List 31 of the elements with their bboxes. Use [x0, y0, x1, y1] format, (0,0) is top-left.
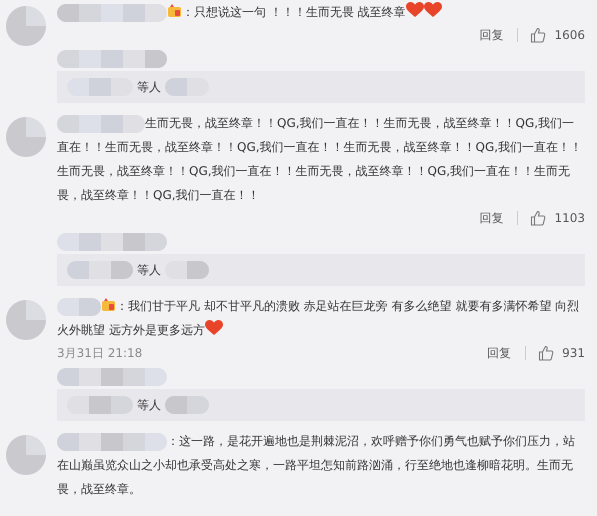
comment-text: ：这一路，是花开遍地也是荆棘泥沼，欢呼赠予你们勇气也赋予你们压力，站在山巅虽览众山之小却也承受高处之寒，一路平坦怎知前路汹涌，行至绝地也逢柳暗花明。生而无畏，战至终章。: [57, 432, 576, 498]
like-count: 1103: [554, 210, 585, 227]
replies-summary: 等人: [137, 397, 161, 414]
timestamp: 3月31日 21:18: [57, 345, 142, 362]
blurred-name: [165, 78, 209, 96]
thumbs-up-icon: [538, 345, 554, 361]
blurred-avatar: [6, 6, 46, 46]
comment-text: 生而无畏，战至终章！！QG,我们一直在！！生而无畏，战至终章！！QG,我们一直在！！生而无畏，战至终章！！QG,我们一直在！！生而无畏，战至终章！！QG,我们一直在！！生而无畏，战至终章！！QG,我们一直在！！生而无畏，战至终章！！QG,我们一直在！！生而无畏，战至终章！！QG,我们一直在！！: [57, 114, 584, 204]
blurred-name: [67, 261, 133, 279]
reply-link[interactable]: 回复: [487, 344, 512, 362]
like-count: 931: [562, 345, 585, 362]
thumbs-up-icon: [530, 27, 546, 43]
heart-icon: [204, 320, 223, 336]
like-count: 1606: [554, 27, 585, 44]
replies-summary: 等人: [137, 79, 161, 96]
replies-summary: 等人: [137, 262, 161, 279]
comment-text: ：我们甘于平凡 却不甘平凡的溃败 赤足站在巨龙旁 有多么绝望 就要有多满怀希望 向烈火外眺望 远方外是更多远方: [57, 296, 580, 339]
reply-link[interactable]: 回复: [479, 209, 504, 227]
blurred-name: [67, 78, 133, 96]
thumbs-up-icon: [530, 210, 546, 226]
blurred-name: [165, 396, 209, 414]
blurred-avatar: [6, 117, 46, 157]
heart-icon: [424, 2, 442, 18]
blurred-name: [67, 396, 133, 414]
blurred-name: [165, 261, 209, 279]
comment-text: ：只想说这一句 ！！！生而无畏 战至终章: [57, 0, 585, 24]
blurred-avatar: [6, 435, 46, 475]
blurred-avatar: [6, 300, 46, 340]
reply-link[interactable]: 回复: [479, 26, 504, 44]
heart-icon: [406, 2, 424, 18]
blurred-name: [57, 298, 101, 316]
